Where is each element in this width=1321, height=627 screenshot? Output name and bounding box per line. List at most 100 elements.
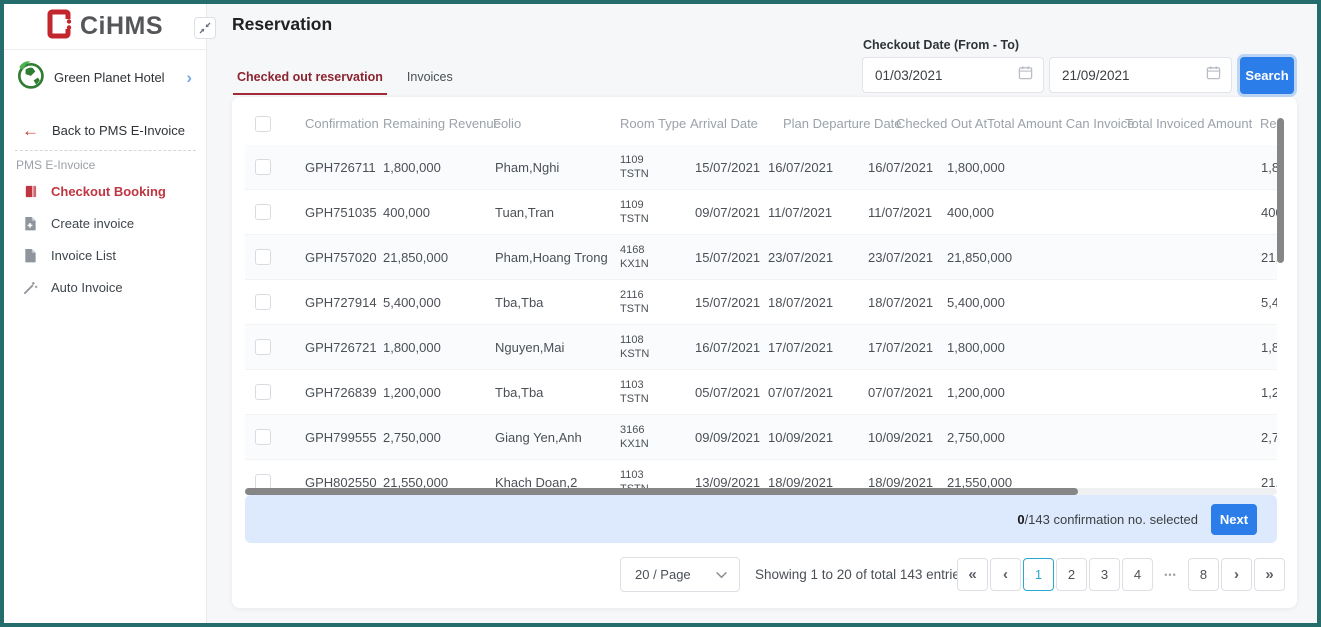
- sidebar-item-label: Invoice List: [51, 248, 116, 263]
- row-checkbox[interactable]: [255, 339, 271, 355]
- room-type-cell: 1109TSTN: [620, 190, 649, 235]
- plan-departure-cell: 16/07/2021: [768, 145, 833, 190]
- column-header: Total Invoiced Amount: [1125, 103, 1252, 145]
- app-window: CiHMS Green Planet Hotel ›: [0, 0, 1321, 627]
- remaining-partial-cell: 400: [1261, 190, 1277, 235]
- back-arrow-icon: ←: [22, 122, 39, 139]
- sidebar-item-checkout-booking[interactable]: Checkout Booking: [4, 175, 206, 207]
- pagination-button[interactable]: 4: [1122, 558, 1153, 591]
- confirmation-cell: GPH726839: [305, 370, 377, 415]
- row-checkbox[interactable]: [255, 159, 271, 175]
- folio-cell: Pham,Hoang Trong: [495, 235, 608, 280]
- reservation-card: ConfirmationRemaining RevenueFolioRoom T…: [232, 97, 1297, 608]
- folio-cell: Tba,Tba: [495, 370, 543, 415]
- plan-departure-cell: 18/07/2021: [768, 280, 833, 325]
- page-size-select[interactable]: 20 / Page: [620, 557, 740, 592]
- row-checkbox[interactable]: [255, 429, 271, 445]
- calendar-icon[interactable]: [1206, 65, 1221, 85]
- row-checkbox[interactable]: [255, 294, 271, 310]
- calendar-icon[interactable]: [1018, 65, 1033, 85]
- wand-icon: [22, 279, 38, 295]
- date-from-field[interactable]: [862, 57, 1044, 93]
- date-to-input[interactable]: [1062, 68, 1172, 83]
- file-icon: [22, 247, 38, 263]
- remaining-partial-cell: 1,8: [1261, 145, 1277, 190]
- pagination-button[interactable]: 1: [1023, 558, 1054, 591]
- table-row: GPH80255021,550,000Khach Doan,21103TSTN1…: [245, 460, 1277, 488]
- plan-departure-cell: 11/07/2021: [768, 190, 832, 235]
- vertical-scrollbar[interactable]: [1277, 103, 1284, 488]
- hotel-selector[interactable]: Green Planet Hotel ›: [4, 56, 206, 98]
- total-can-invoice-cell: 1,200,000: [947, 370, 1005, 415]
- room-type-cell: 1108KSTN: [620, 325, 649, 370]
- search-button[interactable]: Search: [1240, 57, 1294, 94]
- pagination-button[interactable]: 8: [1188, 558, 1219, 591]
- pagination-ellipsis: •••: [1155, 558, 1186, 591]
- pagination-button[interactable]: ‹: [990, 558, 1021, 591]
- folio-cell: Tba,Tba: [495, 280, 543, 325]
- column-header: Plan Departure Date: [783, 103, 902, 145]
- remaining-revenue-cell: 1,800,000: [383, 145, 441, 190]
- back-to-pms-link[interactable]: ← Back to PMS E-Invoice: [4, 116, 206, 144]
- select-all-checkbox[interactable]: [255, 116, 271, 132]
- sidebar-menu: Checkout Booking Create invoice: [4, 175, 206, 303]
- row-checkbox[interactable]: [255, 384, 271, 400]
- table-header-row: ConfirmationRemaining RevenueFolioRoom T…: [245, 103, 1277, 145]
- table-row: GPH7279145,400,000Tba,Tba2116TSTN15/07/2…: [245, 280, 1277, 325]
- collapse-sidebar-button[interactable]: [194, 17, 216, 39]
- arrival-cell: 13/09/2021: [695, 460, 760, 488]
- horizontal-scrollbar-thumb[interactable]: [245, 488, 1078, 495]
- sidebar-item-create-invoice[interactable]: Create invoice: [4, 207, 206, 239]
- column-header: Arrival Date: [690, 103, 758, 145]
- tab-bar: Checked out reservation Invoices: [233, 66, 457, 95]
- checkout-date-filter-label: Checkout Date (From - To): [863, 38, 1019, 52]
- tab-invoices[interactable]: Invoices: [403, 66, 457, 95]
- pagination-button[interactable]: «: [957, 558, 988, 591]
- column-header: Re: [1260, 103, 1277, 145]
- row-checkbox[interactable]: [255, 249, 271, 265]
- confirmation-cell: GPH751035: [305, 190, 377, 235]
- remaining-partial-cell: 21,: [1261, 460, 1277, 488]
- date-to-field[interactable]: [1049, 57, 1232, 93]
- total-can-invoice-cell: 21,850,000: [947, 235, 1012, 280]
- sidebar-item-label: Checkout Booking: [51, 184, 166, 199]
- arrival-cell: 05/07/2021: [695, 370, 760, 415]
- room-type-cell: 1103TSTN: [620, 370, 649, 415]
- remaining-revenue-cell: 1,800,000: [383, 325, 441, 370]
- sidebar-item-label: Auto Invoice: [51, 280, 123, 295]
- arrival-cell: 15/07/2021: [695, 145, 760, 190]
- arrival-cell: 09/07/2021: [695, 190, 760, 235]
- pagination-button[interactable]: 3: [1089, 558, 1120, 591]
- sidebar-item-auto-invoice[interactable]: Auto Invoice: [4, 271, 206, 303]
- sidebar: CiHMS Green Planet Hotel ›: [4, 4, 207, 623]
- pagination-button[interactable]: 2: [1056, 558, 1087, 591]
- remaining-partial-cell: 5,4: [1261, 280, 1277, 325]
- reservation-table: ConfirmationRemaining RevenueFolioRoom T…: [245, 103, 1277, 488]
- selection-bar: 0/143 confirmation no. selected Next: [245, 495, 1277, 543]
- vertical-scrollbar-thumb[interactable]: [1277, 118, 1284, 263]
- pagination-button[interactable]: ›: [1221, 558, 1252, 591]
- room-type-cell: 2116TSTN: [620, 280, 649, 325]
- row-checkbox[interactable]: [255, 204, 271, 220]
- horizontal-scrollbar[interactable]: [245, 488, 1277, 495]
- date-from-input[interactable]: [875, 68, 985, 83]
- showing-entries-text: Showing 1 to 20 of total 143 entries: [755, 557, 967, 592]
- pagination-row: 20 / Page Showing 1 to 20 of total 143 e…: [232, 557, 1297, 592]
- column-header: Total Amount Can Invoice: [987, 103, 1134, 145]
- cihms-door-logo-icon: [47, 9, 74, 44]
- room-type-cell: 1109TSTN: [620, 145, 649, 190]
- plan-departure-cell: 18/09/2021: [768, 460, 833, 488]
- sidebar-item-invoice-list[interactable]: Invoice List: [4, 239, 206, 271]
- arrival-cell: 15/07/2021: [695, 235, 760, 280]
- next-button[interactable]: Next: [1211, 504, 1257, 535]
- checked-out-cell: 16/07/2021: [868, 145, 933, 190]
- checked-out-cell: 17/07/2021: [868, 325, 933, 370]
- sidebar-section-label: PMS E-Invoice: [16, 158, 95, 172]
- pagination-button[interactable]: »: [1254, 558, 1285, 591]
- remaining-revenue-cell: 1,200,000: [383, 370, 441, 415]
- remaining-revenue-cell: 400,000: [383, 190, 430, 235]
- row-checkbox[interactable]: [255, 474, 271, 488]
- arrival-cell: 09/09/2021: [695, 415, 760, 460]
- tab-checked-out-reservation[interactable]: Checked out reservation: [233, 66, 387, 95]
- column-header: Room Type: [620, 103, 686, 145]
